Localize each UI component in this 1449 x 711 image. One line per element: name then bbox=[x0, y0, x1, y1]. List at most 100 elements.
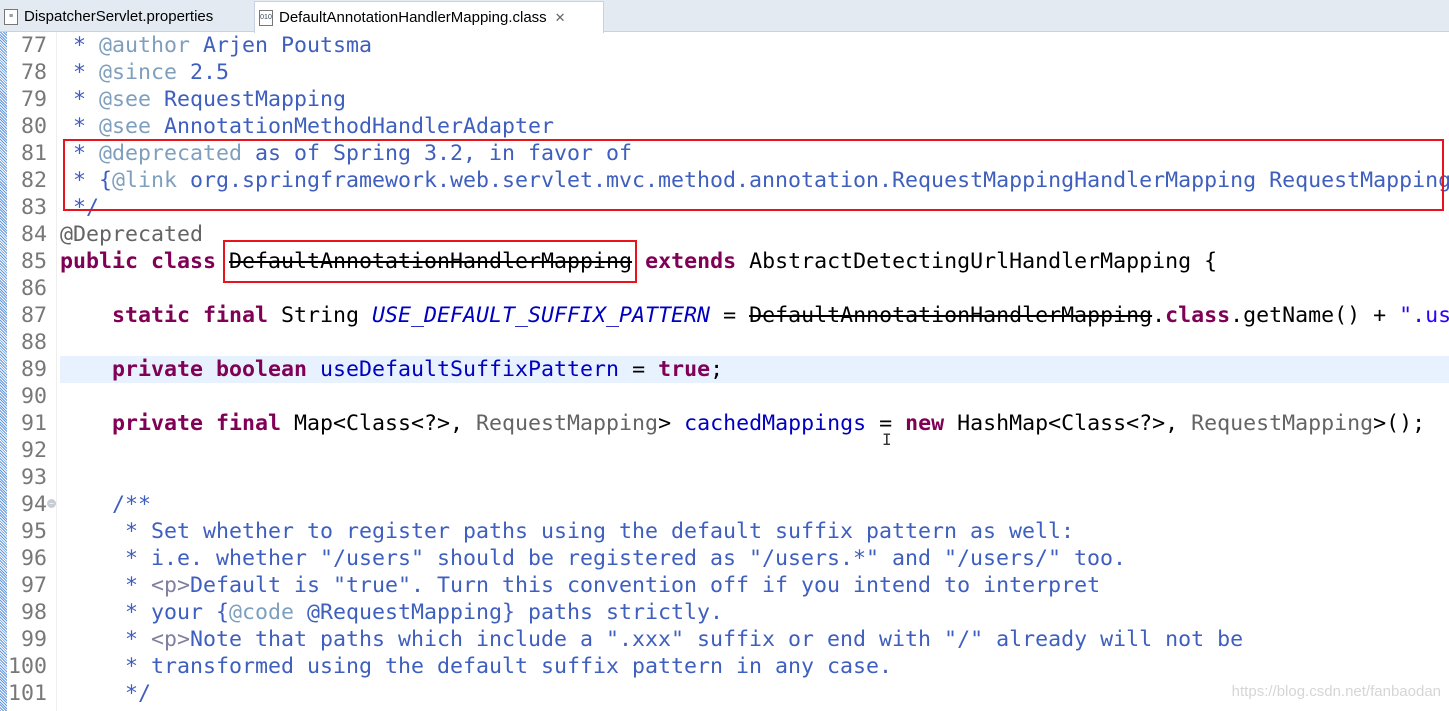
code-token-dep: DefaultAnnotationHandlerMapping bbox=[749, 303, 1153, 328]
code-token-str: ".use bbox=[1399, 303, 1449, 328]
code-line[interactable]: 87 static final String USE_DEFAULT_SUFFI… bbox=[0, 302, 1449, 329]
editor-tab-bar: ≡ DispatcherServlet.properties 010 Defau… bbox=[0, 0, 1449, 33]
code-line[interactable]: 78 * @since 2.5 bbox=[0, 59, 1449, 86]
line-number: 78 bbox=[20, 60, 47, 85]
code-token-kw: private final bbox=[112, 411, 282, 436]
code-token-pl: >(); bbox=[1373, 411, 1426, 436]
fold-collapse-icon[interactable]: − bbox=[47, 499, 56, 508]
code-text: * Set whether to register paths using th… bbox=[60, 518, 1074, 545]
code-text: * @since 2.5 bbox=[60, 59, 229, 86]
code-token-kw: true bbox=[658, 357, 711, 382]
code-token-kw: class bbox=[1165, 303, 1231, 328]
annotation-box-deprecated-javadoc bbox=[63, 139, 1444, 211]
code-token-kw: static final bbox=[112, 303, 269, 328]
code-text: @Deprecated bbox=[60, 221, 203, 248]
code-line[interactable]: 90 bbox=[0, 383, 1449, 410]
code-text: private boolean useDefaultSuffixPattern … bbox=[60, 356, 723, 383]
line-number: 91 bbox=[20, 411, 47, 436]
code-text: * @author Arjen Poutsma bbox=[60, 32, 372, 59]
code-token-pl: Map<Class<?>, bbox=[281, 411, 477, 436]
code-token-htm: <p> bbox=[151, 627, 191, 652]
code-token-jd: 2.5 bbox=[177, 60, 230, 85]
code-line[interactable]: 80 * @see AnnotationMethodHandlerAdapter bbox=[0, 113, 1449, 140]
code-token-jd: * bbox=[60, 60, 100, 85]
tab-defaultannotationhandlermapping-class[interactable]: 010 DefaultAnnotationHandlerMapping.clas… bbox=[254, 1, 604, 33]
tab-dispatcherservlet-properties[interactable]: ≡ DispatcherServlet.properties bbox=[0, 2, 254, 31]
code-token-pl: String bbox=[268, 303, 373, 328]
code-line[interactable]: 96 * i.e. whether "/users" should be reg… bbox=[0, 545, 1449, 572]
code-token-fld: USE_DEFAULT_SUFFIX_PATTERN bbox=[372, 303, 711, 328]
code-line[interactable]: 86 bbox=[0, 275, 1449, 302]
code-line[interactable]: 97 * <p>Default is "true". Turn this con… bbox=[0, 572, 1449, 599]
code-line[interactable]: 92 bbox=[0, 437, 1449, 464]
class-file-icon: 010 bbox=[259, 9, 273, 26]
line-number: 100 bbox=[7, 654, 47, 679]
code-token-jd: * transformed using the default suffix p… bbox=[60, 654, 893, 679]
code-line[interactable]: 84 @Deprecated bbox=[0, 221, 1449, 248]
code-text: /** bbox=[60, 491, 151, 518]
code-line[interactable]: 98 * your {@code @RequestMapping} paths … bbox=[0, 599, 1449, 626]
code-token-jd: * bbox=[60, 627, 152, 652]
line-number: 86 bbox=[20, 276, 47, 301]
code-text: * @see RequestMapping bbox=[60, 86, 346, 113]
code-token-jd: * your { bbox=[60, 600, 230, 625]
code-token-jd: * bbox=[60, 114, 100, 139]
code-text: * <p>Default is "true". Turn this conven… bbox=[60, 572, 1100, 599]
code-token-kw: new bbox=[905, 411, 945, 436]
code-line[interactable]: 95 * Set whether to register paths using… bbox=[0, 518, 1449, 545]
code-line[interactable]: 99 * <p>Note that paths which include a … bbox=[0, 626, 1449, 653]
code-token-jd: * Set whether to register paths using th… bbox=[60, 519, 1075, 544]
line-number: 80 bbox=[20, 114, 47, 139]
line-number: 83 bbox=[20, 195, 47, 220]
code-token-jd: AnnotationMethodHandlerAdapter bbox=[151, 114, 555, 139]
line-number: 98 bbox=[20, 600, 47, 625]
code-line[interactable]: 85 public class DefaultAnnotationHandlerM… bbox=[0, 248, 1449, 275]
code-token-tag: @code bbox=[229, 600, 295, 625]
tab-label: DispatcherServlet.properties bbox=[24, 8, 214, 25]
code-token-pl: AbstractDetectingUrlHandlerMapping { bbox=[736, 249, 1218, 274]
line-number: 84 bbox=[20, 222, 47, 247]
code-token-var: cachedMappings bbox=[684, 411, 867, 436]
code-token-ann: @Deprecated bbox=[60, 222, 204, 247]
code-token-pl: . bbox=[1152, 303, 1166, 328]
code-token-gry: RequestMapping bbox=[1191, 411, 1374, 436]
line-number: 79 bbox=[20, 87, 47, 112]
line-number: 96 bbox=[20, 546, 47, 571]
code-token-jd: Note that paths which include a ".xxx" s… bbox=[190, 627, 1244, 652]
code-line[interactable]: 93 bbox=[0, 464, 1449, 491]
code-token-jd: * bbox=[60, 573, 152, 598]
code-text: */ bbox=[60, 680, 151, 707]
code-line[interactable]: 88 bbox=[0, 329, 1449, 356]
code-token-pl: = bbox=[619, 357, 659, 382]
close-tab-icon[interactable]: ✕ bbox=[555, 10, 566, 26]
code-token-jd: Default is "true". Turn this convention … bbox=[190, 573, 1101, 598]
line-number: 93 bbox=[20, 465, 47, 490]
code-line[interactable]: 77 * @author Arjen Poutsma bbox=[0, 32, 1449, 59]
code-text: * @see AnnotationMethodHandlerAdapter bbox=[60, 113, 554, 140]
code-line[interactable]: 91 private final Map<Class<?>, RequestMa… bbox=[0, 410, 1449, 437]
properties-file-icon: ≡ bbox=[4, 8, 18, 25]
code-token-kw: public class bbox=[60, 249, 230, 274]
line-number: 101 bbox=[7, 681, 47, 706]
code-line[interactable]: 100 * transformed using the default suff… bbox=[0, 653, 1449, 680]
code-text: * i.e. whether "/users" should be regist… bbox=[60, 545, 1126, 572]
code-text: private final Map<Class<?>, RequestMappi… bbox=[60, 410, 1425, 437]
code-token-pl: .getName() + bbox=[1230, 303, 1400, 328]
code-token-jd: */ bbox=[60, 681, 152, 706]
code-token-jd: * bbox=[60, 33, 100, 58]
code-token-tag: @see bbox=[99, 87, 152, 112]
code-text: * transformed using the default suffix p… bbox=[60, 653, 892, 680]
code-line[interactable]: 89 private boolean useDefaultSuffixPatte… bbox=[0, 356, 1449, 383]
code-token-htm: <p> bbox=[151, 573, 191, 598]
code-token-gry: RequestMapping bbox=[476, 411, 659, 436]
code-token-jd: Arjen Poutsma bbox=[190, 33, 373, 58]
code-token-kw: private boolean bbox=[112, 357, 308, 382]
code-line[interactable]: 94− /** bbox=[0, 491, 1449, 518]
line-number: 88 bbox=[20, 330, 47, 355]
line-number: 85 bbox=[20, 249, 47, 274]
code-line[interactable]: 79 * @see RequestMapping bbox=[0, 86, 1449, 113]
code-text: * <p>Note that paths which include a ".x… bbox=[60, 626, 1243, 653]
